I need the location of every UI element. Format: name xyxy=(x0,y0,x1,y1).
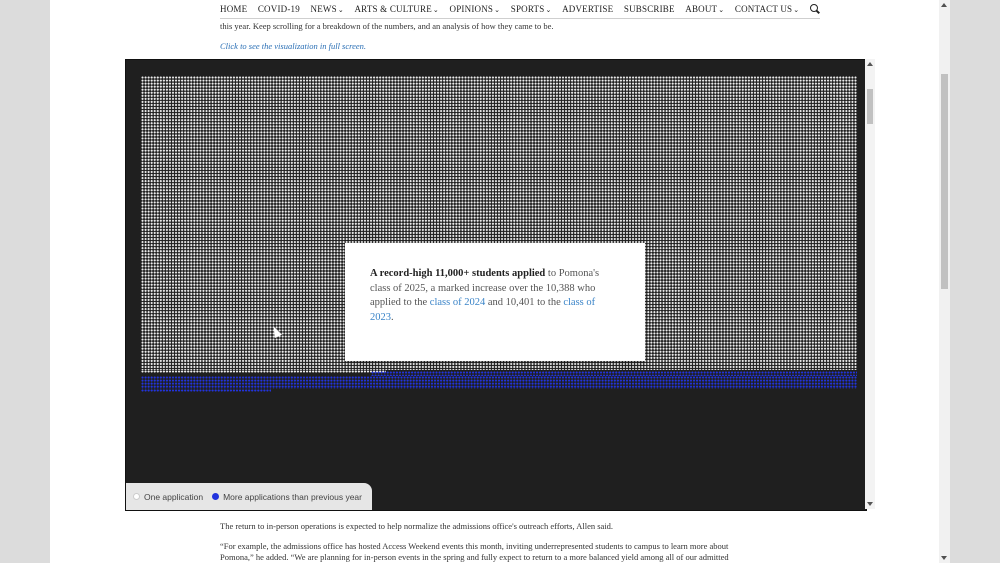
nav-item-opinions[interactable]: OPINIONS⌄ xyxy=(450,4,501,14)
callout-text: A record-high 11,000+ students applied t… xyxy=(370,267,620,325)
nav-item-label: SUBSCRIBE xyxy=(623,4,675,14)
white-dot-icon xyxy=(133,493,140,500)
scroll-up-arrow-icon[interactable] xyxy=(867,62,873,66)
nav-item-label: SPORTS xyxy=(510,4,545,14)
callout-text-part: . xyxy=(391,311,394,323)
nav-item-label: ADVERTISE xyxy=(562,4,614,14)
scroll-down-arrow-icon[interactable] xyxy=(867,502,873,506)
chevron-down-icon: ⌄ xyxy=(718,6,725,14)
nav-item-subscribe[interactable]: SUBSCRIBE xyxy=(624,4,675,14)
blue-dot-icon xyxy=(212,493,220,500)
nav-item-label: HOME xyxy=(220,4,248,14)
chevron-down-icon: ⌄ xyxy=(793,6,800,14)
scroll-up-arrow-icon[interactable] xyxy=(941,3,947,7)
chevron-down-icon: ⌄ xyxy=(545,6,552,14)
nav-item-label: NEWS xyxy=(310,4,337,14)
nav-item-label: COVID-19 xyxy=(257,4,300,14)
callout-text-part: and 10,401 to the xyxy=(485,297,564,308)
class-of-2024-link[interactable]: class of 2024 xyxy=(430,297,485,308)
chevron-down-icon: ⌄ xyxy=(432,6,439,14)
nav-item-about[interactable]: ABOUT⌄ xyxy=(685,4,724,14)
nav-item-contact-us[interactable]: CONTACT US⌄ xyxy=(735,4,799,14)
nav-item-advertise[interactable]: ADVERTISE xyxy=(562,4,613,14)
visualization-scrollbar[interactable] xyxy=(865,59,875,509)
scroll-down-arrow-icon[interactable] xyxy=(941,556,947,560)
application-dot-grid-tail xyxy=(141,370,386,373)
article-paragraph: The return to in-person operations is ex… xyxy=(220,521,614,531)
nav-item-sports[interactable]: SPORTS⌄ xyxy=(511,4,552,14)
search-icon[interactable] xyxy=(809,4,820,14)
nav-item-label: CONTACT US xyxy=(734,4,793,14)
nav-item-arts-culture[interactable]: ARTS & CULTURE⌄ xyxy=(354,4,439,14)
top-navigation: HOME COVID-19 NEWS⌄ ARTS & CULTURE⌄ OPINIONS… xyxy=(220,0,820,19)
nav-item-label: OPINIONS xyxy=(449,4,494,14)
legend-entry-more-applications: More applications than previous year xyxy=(212,492,362,502)
chevron-down-icon: ⌄ xyxy=(494,6,501,14)
nav-item-news[interactable]: NEWS⌄ xyxy=(311,4,344,14)
nav-item-covid-19[interactable]: COVID-19 xyxy=(258,4,300,14)
nav-item-label: ARTS & CULTURE xyxy=(354,4,432,14)
callout-box: A record-high 11,000+ students applied t… xyxy=(345,243,645,361)
scrollbar-thumb[interactable] xyxy=(867,89,873,124)
page-column: HOME COVID-19 NEWS⌄ ARTS & CULTURE⌄ OPINIONS… xyxy=(50,0,939,563)
legend-label: More applications than previous year xyxy=(223,491,362,502)
fullscreen-link[interactable]: Click to see the visualization in full s… xyxy=(220,41,366,51)
legend-entry-one-application: One application xyxy=(133,492,203,502)
article-intro-text: this year. Keep scrolling for a breakdow… xyxy=(220,21,554,31)
page-scrollbar[interactable] xyxy=(939,0,950,563)
chevron-down-icon: ⌄ xyxy=(337,6,344,14)
legend-label: One application xyxy=(144,491,204,502)
visualization-legend: One application More applications than p… xyxy=(126,483,372,510)
nav-item-home[interactable]: HOME xyxy=(220,4,247,14)
nav-item-label: ABOUT xyxy=(685,4,718,14)
applications-visualization[interactable]: A record-high 11,000+ students applied t… xyxy=(125,59,867,511)
callout-highlight: A record-high 11,000+ students applied xyxy=(370,268,546,279)
extra-applications-dots xyxy=(141,376,857,389)
extra-applications-dots-end xyxy=(141,389,271,392)
scrollbar-thumb[interactable] xyxy=(941,74,948,289)
article-paragraph-line: “For example, the admissions office has … xyxy=(220,541,729,551)
article-paragraph-line: Pomona,” he added. “We are planning for … xyxy=(220,552,729,562)
